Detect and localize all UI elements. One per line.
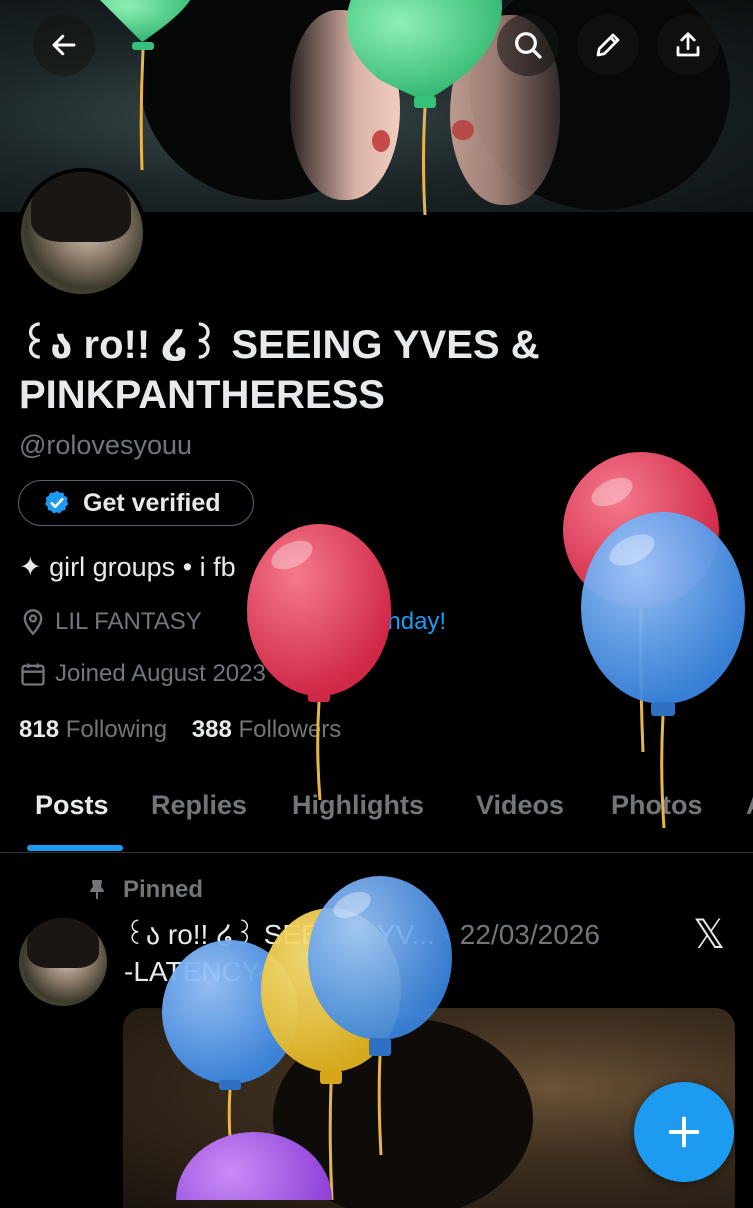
tab-highlights[interactable]: Highlights: [292, 790, 424, 821]
edit-profile-button[interactable]: [577, 14, 639, 76]
pinned-indicator: Pinned: [85, 876, 203, 904]
pinned-label: Pinned: [123, 876, 204, 903]
pin-icon: [90, 880, 104, 899]
joined-row: Joined August 2023 >: [19, 660, 290, 688]
profile-avatar[interactable]: [17, 168, 147, 298]
followers-link[interactable]: 388 Followers: [192, 716, 341, 743]
post-header: ꒰ა ro!! ໒꒱ SEEING YV... · 22/03/2026: [124, 914, 600, 951]
post-author-avatar[interactable]: [19, 918, 107, 1006]
post-date[interactable]: · 22/03/2026: [443, 919, 600, 950]
following-link[interactable]: 818 Following: [19, 716, 167, 743]
display-name: ꒰ა ro!! ໒꒱ SEEING YVES & PINKPANTHERESS: [19, 323, 540, 417]
compose-button[interactable]: [634, 1082, 734, 1182]
share-button[interactable]: [657, 14, 719, 76]
profile-avatar-image: [21, 172, 143, 294]
x-logo-icon: 𝕏: [693, 912, 726, 958]
location-text: LIL FANTASY: [55, 608, 202, 635]
active-tab-indicator: [27, 845, 123, 851]
following-label: Following: [65, 716, 168, 743]
post-author-name[interactable]: ꒰ა ro!! ໒꒱ SEEING YV...: [124, 919, 435, 950]
get-verified-label: Get verified: [83, 488, 221, 517]
tab-posts[interactable]: Posts: [35, 790, 109, 821]
back-button[interactable]: [33, 14, 95, 76]
birthday-link[interactable]: Happy birthday!: [278, 608, 446, 636]
following-count: 818: [19, 716, 60, 743]
post-media-shadow: [273, 1018, 533, 1208]
post-text: -LATENCY-: [124, 956, 268, 987]
tab-replies[interactable]: Replies: [151, 790, 247, 821]
search-icon: [515, 32, 542, 59]
post-avatar-hair: [27, 918, 99, 968]
profile-bio: ✦ girl groups • i fb: [19, 552, 236, 582]
share-icon: [676, 32, 700, 57]
followers-label: Followers: [238, 716, 342, 743]
tab-articles[interactable]: A: [746, 790, 753, 821]
verified-badge-icon: [44, 490, 69, 514]
pencil-icon: [596, 33, 620, 57]
location-row: LIL FANTASY: [19, 608, 202, 636]
location-pin-icon: [23, 609, 43, 636]
plus-icon: [668, 1116, 700, 1148]
tab-videos[interactable]: Videos: [476, 790, 564, 821]
calendar-icon: [21, 663, 45, 686]
arrow-left-icon: [52, 34, 76, 56]
avatar-hair: [31, 172, 131, 242]
joined-text: Joined August 2023: [55, 660, 266, 687]
follow-stats: 818 Following 388 Followers: [19, 716, 341, 744]
profile-tabs: Posts Replies Highlights Videos Photos A: [0, 780, 753, 853]
tab-photos[interactable]: Photos: [611, 790, 703, 821]
chevron-right-icon: >: [275, 660, 290, 687]
get-verified-button[interactable]: Get verified: [18, 480, 254, 526]
banner-lips-left: [372, 130, 390, 152]
balloon-icon: [247, 609, 265, 634]
user-handle: @rolovesyouu: [19, 430, 192, 460]
followers-count: 388: [191, 716, 232, 743]
balloon-red-2: [563, 452, 719, 753]
search-button[interactable]: [497, 14, 559, 76]
banner-lips-right: [452, 120, 474, 140]
birthday-row[interactable]: Happy birthday!: [242, 608, 446, 636]
